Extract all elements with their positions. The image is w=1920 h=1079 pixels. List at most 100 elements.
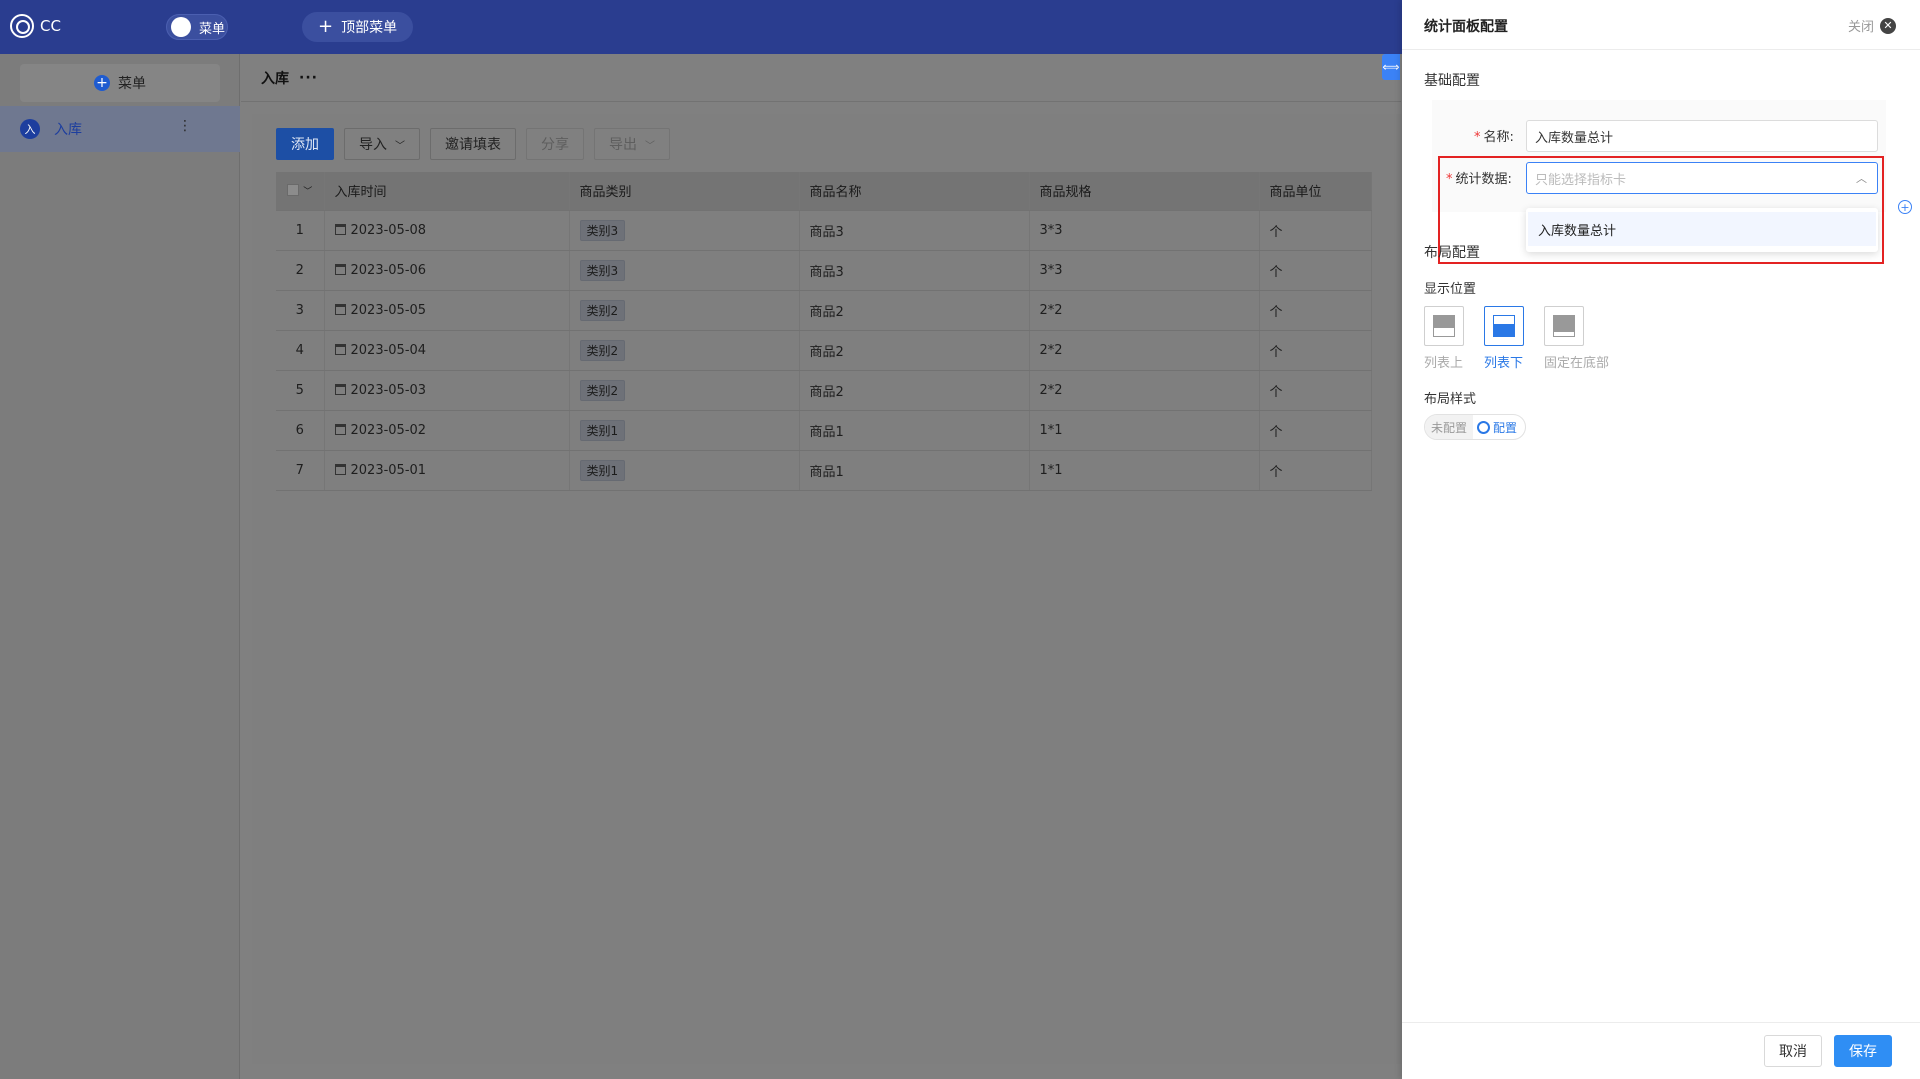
- row-index: 6: [276, 410, 325, 451]
- column-header[interactable]: 商品类别: [569, 172, 800, 211]
- layout-config-label: 配置: [1493, 420, 1518, 435]
- cell-spec: 3*3: [1029, 250, 1260, 291]
- column-header[interactable]: 商品单位: [1259, 172, 1372, 211]
- cell-date: 2023-05-02: [324, 410, 570, 451]
- cell-category: 类别2: [569, 370, 800, 411]
- panel-resize-handle[interactable]: ⟺: [1382, 54, 1400, 80]
- add-menu-button[interactable]: + 菜单: [20, 64, 220, 102]
- name-input[interactable]: 入库数量总计: [1526, 120, 1878, 152]
- invite-fill-button[interactable]: 邀请填表: [430, 128, 516, 160]
- date-value: 2023-05-04: [350, 342, 427, 358]
- chevron-down-icon[interactable]: ﹀: [303, 187, 312, 197]
- stat-panel-config-drawer: 统计面板配置 关闭 ✕ 基础配置 * 名称: 入库数量总计 * 统计数据: 只能选择…: [1402, 0, 1920, 1079]
- name-input-value: 入库数量总计: [1535, 130, 1614, 146]
- date-value: 2023-05-06: [350, 262, 427, 278]
- add-circle-icon[interactable]: +: [1898, 200, 1912, 214]
- basic-config-title: 基础配置: [1424, 73, 1480, 89]
- cell-date: 2023-05-03: [324, 370, 570, 411]
- date-value: 2023-05-02: [350, 422, 427, 438]
- table-header-row: ﹀ 入库时间 商品类别 商品名称 商品规格 商品单位: [276, 172, 1372, 211]
- row-index: 2: [276, 250, 325, 291]
- column-header[interactable]: 商品名称: [799, 172, 1030, 211]
- cell-date: 2023-05-06: [324, 250, 570, 291]
- plus-icon: +: [318, 16, 334, 37]
- cell-unit: 个: [1259, 370, 1372, 411]
- import-button[interactable]: 导入 ﹀: [344, 128, 420, 160]
- checkbox-icon[interactable]: [287, 184, 300, 197]
- export-button[interactable]: 导出 ﹀: [594, 128, 670, 160]
- cancel-button[interactable]: 取消: [1764, 1035, 1822, 1067]
- cell-spec: 2*2: [1029, 370, 1260, 411]
- more-icon[interactable]: ⋮: [178, 118, 192, 134]
- sidebar-item-inbound[interactable]: 入 入库 ⋮: [0, 106, 240, 152]
- cell-spec: 2*2: [1029, 290, 1260, 331]
- layout-config-button[interactable]: 配置: [1473, 419, 1525, 436]
- table-row[interactable]: 7 2023-05-01 类别1 商品1 1*1 个: [276, 450, 1372, 491]
- category-tag: 类别2: [579, 379, 626, 401]
- category-tag: 类别2: [579, 299, 626, 321]
- position-below-list[interactable]: 列表下: [1484, 306, 1524, 371]
- import-button-label: 导入: [359, 137, 387, 153]
- row-index: 1: [276, 210, 325, 251]
- table-row[interactable]: 6 2023-05-02 类别1 商品1 1*1 个: [276, 410, 1372, 451]
- category-tag: 类别1: [579, 419, 626, 441]
- table-row[interactable]: 4 2023-05-04 类别2 商品2 2*2 个: [276, 330, 1372, 371]
- select-all-header[interactable]: ﹀: [276, 172, 325, 211]
- top-menu-button[interactable]: + 顶部菜单: [302, 12, 414, 42]
- toggle-knob: [171, 17, 191, 37]
- chevron-down-icon: ﹀: [645, 140, 655, 152]
- cell-name: 商品2: [799, 370, 1030, 411]
- panel-title: 统计面板配置: [1424, 19, 1508, 35]
- table-row[interactable]: 1 2023-05-08 类别3 商品3 3*3 个: [276, 210, 1372, 251]
- position-above-list[interactable]: 列表上: [1424, 306, 1464, 371]
- menu-toggle[interactable]: 菜单: [166, 14, 228, 40]
- cell-name: 商品3: [799, 210, 1030, 251]
- app-logo[interactable]: CC: [10, 14, 61, 38]
- date-value: 2023-05-08: [350, 222, 427, 238]
- position-label: 显示位置: [1424, 282, 1477, 297]
- cell-spec: 3*3: [1029, 210, 1260, 251]
- save-button[interactable]: 保存: [1834, 1035, 1892, 1067]
- app-name: CC: [40, 17, 61, 35]
- position-label-text: 列表下: [1484, 356, 1524, 371]
- panel-footer: 取消 保存: [1402, 1022, 1920, 1079]
- calendar-icon: [334, 423, 346, 435]
- date-value: 2023-05-05: [350, 302, 427, 318]
- cell-category: 类别1: [569, 410, 800, 451]
- table-row[interactable]: 2 2023-05-06 类别3 商品3 3*3 个: [276, 250, 1372, 291]
- share-button[interactable]: 分享: [526, 128, 584, 160]
- layout-style-config[interactable]: 未配置 配置: [1424, 414, 1527, 440]
- sidebar-item-label: 入库: [54, 122, 82, 138]
- cell-spec: 1*1: [1029, 410, 1260, 451]
- table-row[interactable]: 5 2023-05-03 类别2 商品2 2*2 个: [276, 370, 1372, 411]
- cell-spec: 1*1: [1029, 450, 1260, 491]
- category-tag: 类别1: [579, 459, 626, 481]
- position-label-text: 固定在底部: [1544, 356, 1610, 371]
- row-index: 4: [276, 330, 325, 371]
- cancel-label: 取消: [1779, 1044, 1807, 1060]
- calendar-icon: [334, 263, 346, 275]
- layout-fixed-bottom-icon: [1544, 306, 1584, 346]
- cell-date: 2023-05-05: [324, 290, 570, 331]
- chevron-down-icon: ﹀: [395, 140, 405, 152]
- save-label: 保存: [1849, 1044, 1877, 1060]
- content-card: 添加 导入 ﹀ 邀请填表 分享 导出 ﹀ ﹀ 入库时间 商品类别 商品名称 商品规格…: [252, 114, 1402, 1064]
- column-header[interactable]: 入库时间: [324, 172, 570, 211]
- position-fixed-bottom[interactable]: 固定在底部: [1544, 306, 1609, 371]
- column-header[interactable]: 商品规格: [1029, 172, 1260, 211]
- cell-unit: 个: [1259, 410, 1372, 451]
- date-value: 2023-05-01: [350, 462, 427, 478]
- cell-name: 商品3: [799, 250, 1030, 291]
- menu-toggle-label: 菜单: [199, 21, 226, 37]
- position-label-text: 列表上: [1424, 356, 1464, 371]
- highlight-box: [1438, 156, 1884, 264]
- cell-spec: 2*2: [1029, 330, 1260, 371]
- invite-button-label: 邀请填表: [445, 137, 501, 153]
- add-button[interactable]: 添加: [276, 128, 334, 160]
- close-button[interactable]: 关闭 ✕: [1848, 16, 1896, 35]
- table-row[interactable]: 3 2023-05-05 类别2 商品2 2*2 个: [276, 290, 1372, 331]
- page-more-icon[interactable]: ···: [299, 70, 318, 86]
- panel-header: 统计面板配置 关闭 ✕: [1402, 0, 1920, 50]
- cell-name: 商品1: [799, 450, 1030, 491]
- cell-unit: 个: [1259, 210, 1372, 251]
